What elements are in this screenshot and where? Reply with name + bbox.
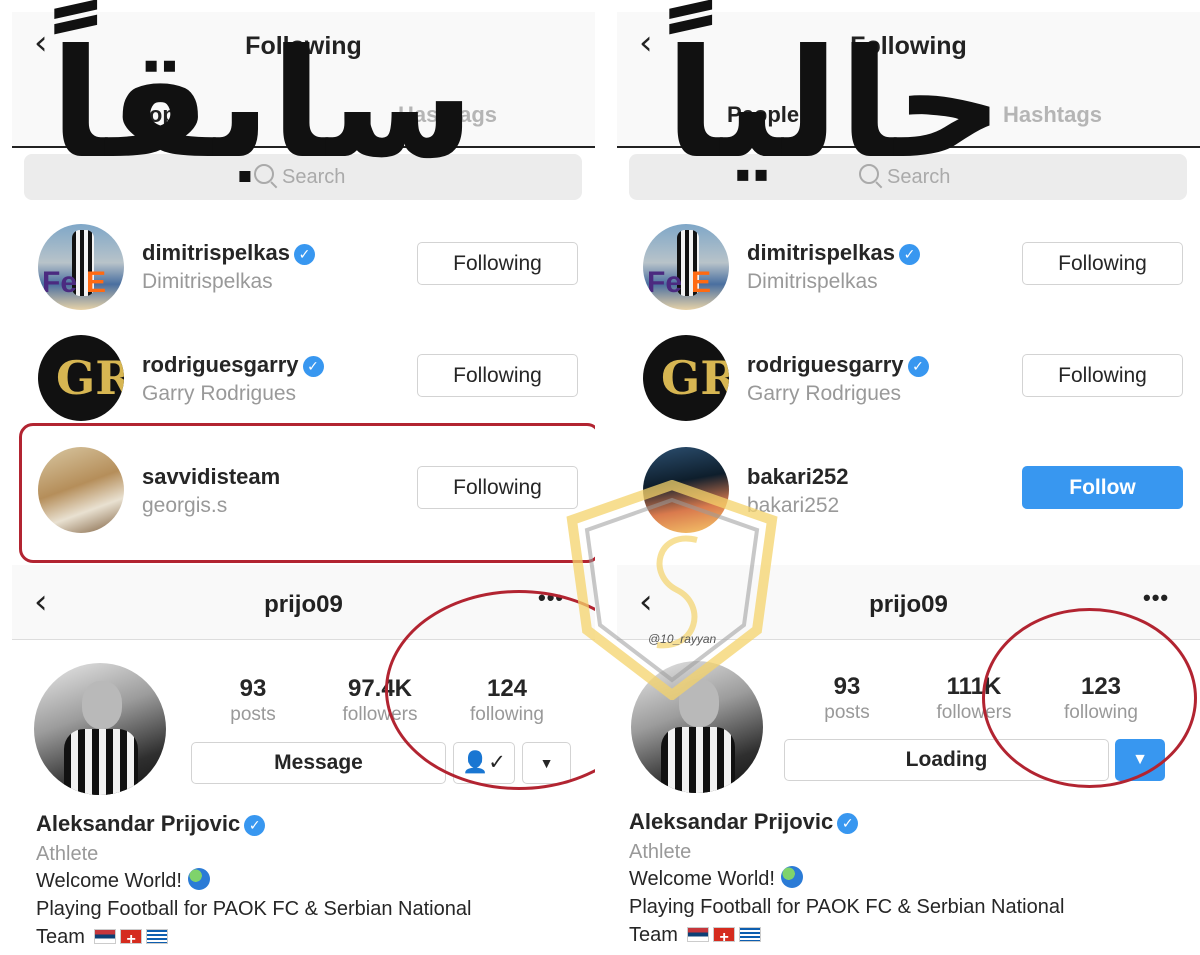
switzerland-flag-icon [713,924,736,952]
posts-label: posts [824,702,870,723]
logo-fragment: GR [661,351,729,405]
following-button[interactable]: Following [1022,242,1183,285]
username-text[interactable]: dimitrispelkas [142,240,290,265]
overlay-arabic-word: حالياً [665,18,1004,192]
left-screenshot-panel: ‹ Following People Hashtags Search Fe E … [0,0,595,955]
right-screenshot-panel: ‹ Following People Hashtags Search Fe E … [605,0,1200,955]
watermark-shield-icon [566,480,778,700]
posts-count[interactable]: 93 [193,675,313,703]
annotation-red-box [19,423,595,563]
bio-line: Team [36,923,169,954]
verified-badge-icon: ✓ [302,356,324,377]
bio-line: Team [629,921,762,952]
bio-line: Welcome World! [36,867,210,895]
avatar[interactable]: GR [38,335,124,421]
verified-badge-icon: ✓ [898,244,920,265]
posts-label: posts [230,704,276,725]
verified-badge-icon: ✓ [293,244,315,265]
bio-line: Playing Football for PAOK FC & Serbian N… [629,896,1065,918]
following-button[interactable]: Following [417,242,578,285]
portrait-shirt [64,729,138,795]
more-options-icon[interactable]: ••• [1143,585,1169,611]
username-text[interactable]: dimitrispelkas [747,240,895,265]
serbia-flag-icon [94,929,117,944]
portrait-head [82,681,122,729]
avatar[interactable]: Fe E [643,224,729,310]
globe-emoji-icon [780,866,803,888]
posts-count[interactable]: 93 [787,673,907,701]
full-name: Dimitrispelkas [142,270,273,293]
profile-name: Aleksandar Prijovic ✓ [629,809,859,835]
message-button[interactable]: Message [191,742,446,784]
watermark-handle: @10_rayyan [648,632,717,646]
greece-flag-icon [146,929,169,944]
avatar[interactable]: GR [643,335,729,421]
verified-badge-icon: ✓ [907,356,929,377]
bio-line: Welcome World! [629,865,803,893]
verified-badge-icon: ✓ [244,815,266,836]
switzerland-flag-icon [120,926,143,954]
username[interactable]: dimitrispelkas ✓ [747,240,920,266]
follow-button[interactable]: Follow [1022,466,1183,509]
overlay-arabic-word: سابقاً [50,18,475,192]
profile-name-text: Aleksandar Prijovic [629,809,834,834]
profile-category: Athlete [36,843,99,865]
bio-text: Welcome World! [629,868,775,890]
profile-category: Athlete [629,841,692,863]
full-name: Garry Rodrigues [142,382,297,405]
verified-badge-icon: ✓ [837,813,859,834]
logo-fragment: Fe [647,266,683,299]
bio-text: Team [629,924,678,946]
logo-fragment: E [86,266,107,299]
logo-fragment: GR [56,351,124,405]
profile-name-text: Aleksandar Prijovic [36,811,241,836]
username[interactable]: rodriguesgarry ✓ [747,352,929,378]
following-button[interactable]: Following [1022,354,1183,397]
full-name: Garry Rodrigues [747,382,902,405]
serbia-flag-icon [687,927,710,942]
globe-emoji-icon [187,868,210,890]
following-button[interactable]: Following [417,354,578,397]
bio-text: Welcome World! [36,870,182,892]
logo-fragment: Fe [42,266,78,299]
username[interactable]: rodriguesgarry ✓ [142,352,324,378]
avatar[interactable]: Fe E [38,224,124,310]
username-text[interactable]: rodriguesgarry [142,352,299,377]
full-name: Dimitrispelkas [747,270,878,293]
username-text[interactable]: rodriguesgarry [747,352,904,377]
profile-avatar[interactable] [34,663,166,795]
profile-name: Aleksandar Prijovic ✓ [36,811,266,837]
tab-hashtags[interactable]: Hashtags [1003,102,1102,128]
annotation-red-ellipse [982,608,1197,788]
greece-flag-icon [739,927,762,942]
bio-line: Playing Football for PAOK FC & Serbian N… [36,898,472,920]
bio-text: Team [36,926,85,948]
username[interactable]: dimitrispelkas ✓ [142,240,315,266]
portrait-shirt [661,727,735,793]
logo-fragment: E [691,266,712,299]
